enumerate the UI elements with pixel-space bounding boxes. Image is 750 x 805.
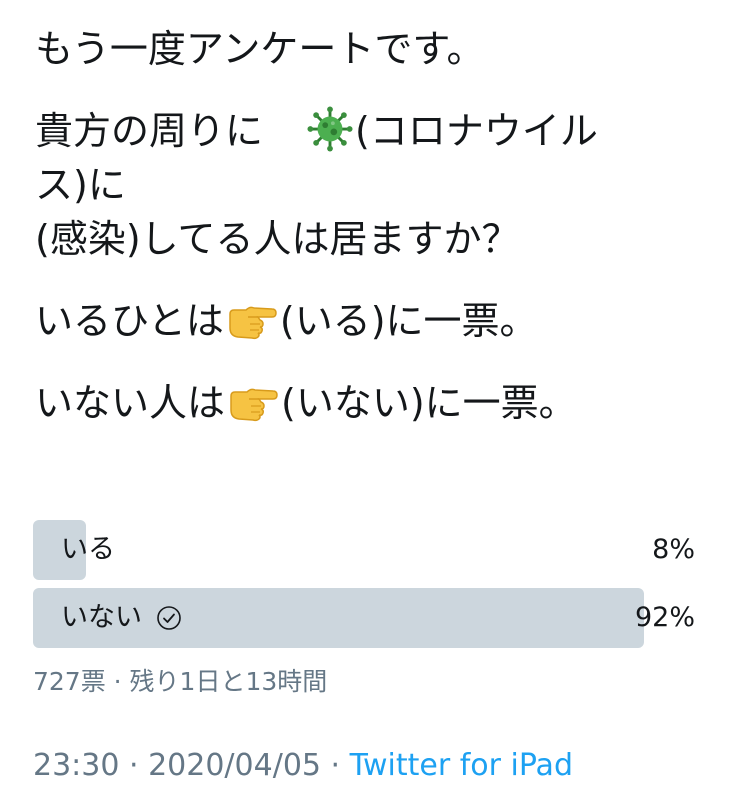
poll: いる 8% いない 92% [33,520,697,656]
pointing-right-icon [230,388,278,422]
tweet-line-5-text-start: いるひとは [35,299,224,343]
tweet-date[interactable]: 2020/04/05 [148,748,321,783]
poll-option-label-text: いない [61,602,142,633]
tweet-text: もう一度アンケートです。 貴方の周りに (コロナウイル ス)に (感染)してる人… [35,22,725,430]
check-circle-icon [157,606,181,630]
poll-option-percent: 92% [634,602,695,633]
poll-option-label-text: いる [61,534,115,565]
tweet-footer: 23:30 · 2020/04/05 · Twitter for iPad [33,748,573,783]
tweet-line-1-text: もう一度アンケートです。 [35,27,485,71]
tweet-line-2: 貴方の周りに (コロナウイル [35,104,725,158]
tweet-line-5-text-end: (いる)に一票。 [279,299,538,343]
tweet-source-link[interactable]: Twitter for iPad [350,748,573,783]
tweet-line-1: もう一度アンケートです。 [35,22,725,76]
poll-option-label: いる [61,520,115,580]
tweet-line-6-text-start: いない人は [35,381,226,425]
poll-option-inai[interactable]: いない 92% [33,588,697,648]
tweet-line-3: ス)に [35,158,725,212]
poll-option-percent: 8% [652,534,695,565]
tweet-line-4: (感染)してる人は居ますか？ [35,212,725,266]
tweet-line-2-text-start: 貴方の周りに [35,109,264,153]
footer-separator: · [119,748,149,783]
tweet-line-6-text-end: (いない)に一票。 [281,381,577,425]
pointing-right-icon [229,306,277,340]
poll-option-label: いない [61,588,182,648]
tweet-line-3-text: ス)に [35,163,126,207]
tweet-line-2-text-end: (コロナウイル [355,109,598,153]
tweet-line-6: いない人は (いない)に一票。 [35,376,725,430]
virus-icon [307,106,353,152]
poll-meta: 727票 · 残り1日と13時間 [33,667,328,696]
tweet-time: 23:30 [33,748,120,783]
poll-option-iru[interactable]: いる 8% [33,520,697,580]
footer-separator: · [321,748,350,783]
tweet-line-4-text: (感染)してる人は居ますか？ [35,217,520,261]
tweet-line-5: いるひとは (いる)に一票。 [35,294,725,348]
